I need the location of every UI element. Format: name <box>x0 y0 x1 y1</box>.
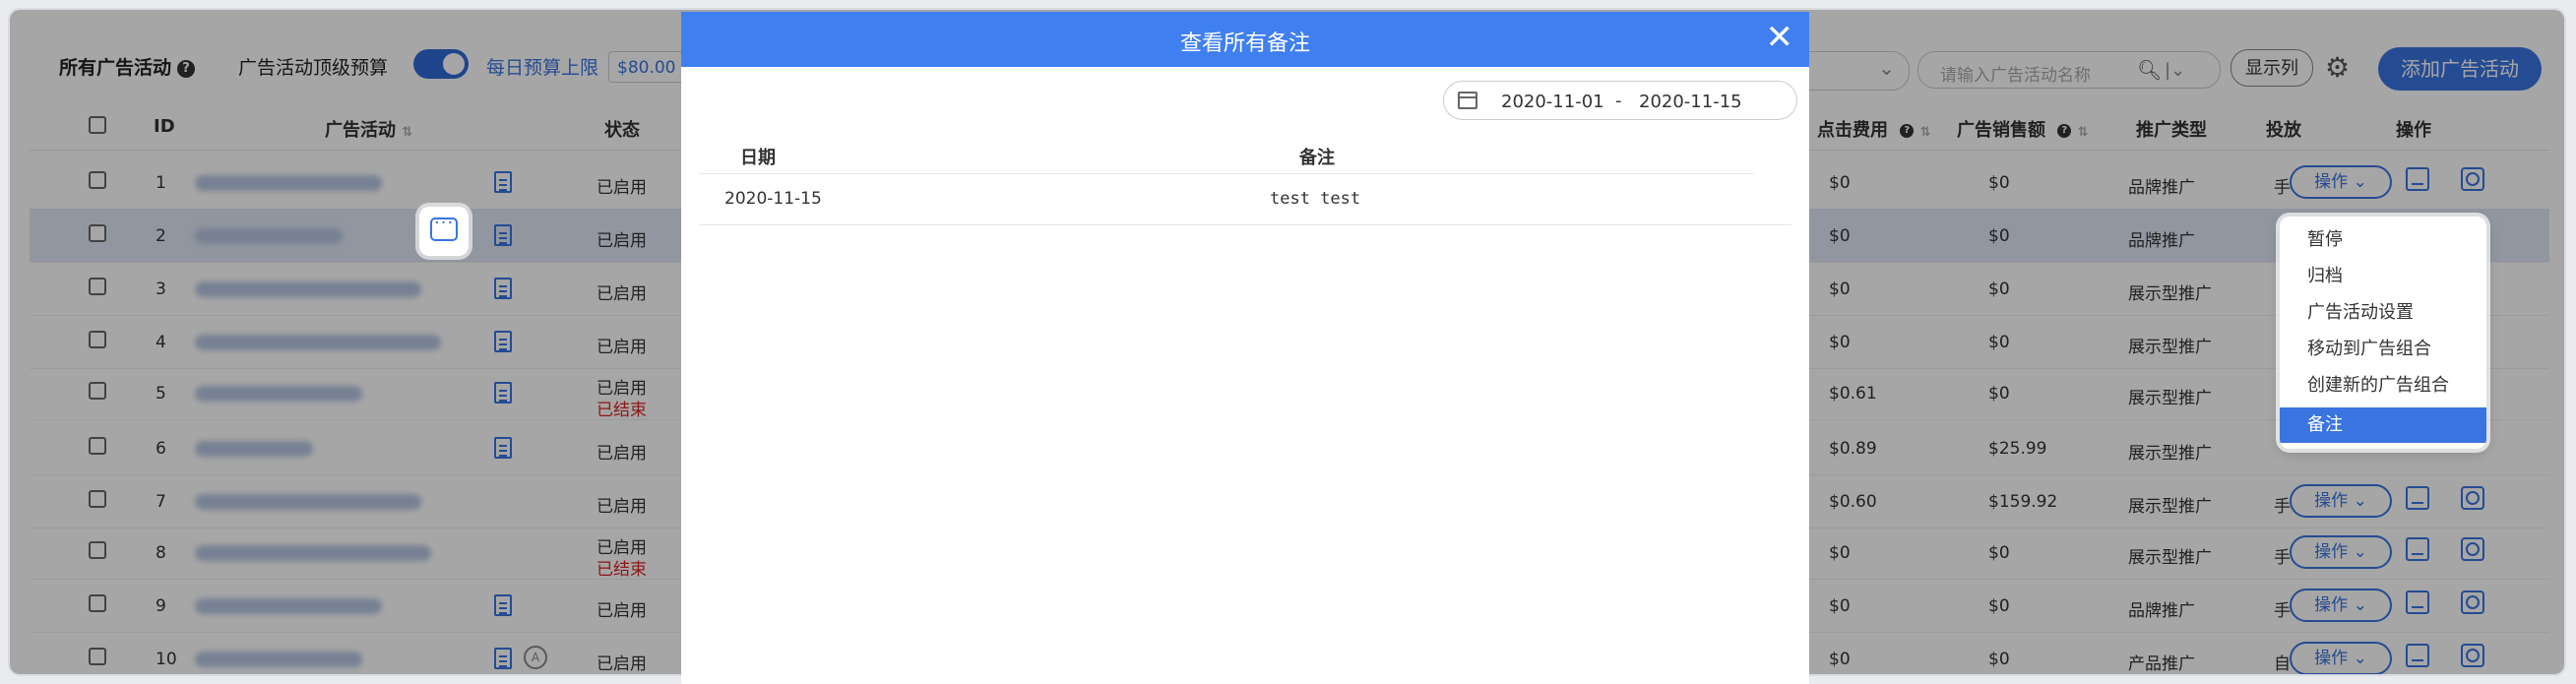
menu-item-create-portfolio[interactable]: 创建新的广告组合 <box>2280 368 2486 404</box>
actions-dropdown: 暂停 归档 广告活动设置 移动到广告组合 创建新的广告组合 备注 <box>2280 217 2486 449</box>
header-date: 日期 <box>740 148 776 168</box>
notes-modal: 查看所有备注 ✕ 2020-11-01 - 2020-11-15 日期 备注 2… <box>681 12 1809 684</box>
date-separator: - <box>1615 91 1622 111</box>
menu-item-pause[interactable]: 暂停 <box>2280 222 2486 258</box>
calendar-icon <box>1458 92 1477 109</box>
notes-table-header: 日期 备注 <box>699 140 1754 174</box>
note-text: test test <box>1270 189 1361 209</box>
date-end[interactable]: 2020-11-15 <box>1639 92 1742 112</box>
header-note: 备注 <box>1299 148 1335 168</box>
table-row: 2020-11-15 test test <box>699 179 1791 225</box>
comment-icon <box>430 213 458 241</box>
modal-title: 查看所有备注 <box>1179 31 1310 56</box>
modal-header: 查看所有备注 ✕ <box>681 12 1809 67</box>
menu-item-note[interactable]: 备注 <box>2280 407 2486 443</box>
menu-item-archive[interactable]: 归档 <box>2280 259 2486 294</box>
note-button[interactable] <box>419 207 469 256</box>
menu-item-move-to-portfolio[interactable]: 移动到广告组合 <box>2280 332 2486 367</box>
close-icon[interactable]: ✕ <box>1766 18 1794 57</box>
date-range-picker[interactable]: 2020-11-01 - 2020-11-15 <box>1443 81 1797 120</box>
date-start[interactable]: 2020-11-01 <box>1501 92 1604 112</box>
note-date: 2020-11-15 <box>724 189 822 209</box>
menu-item-campaign-settings[interactable]: 广告活动设置 <box>2280 295 2486 331</box>
